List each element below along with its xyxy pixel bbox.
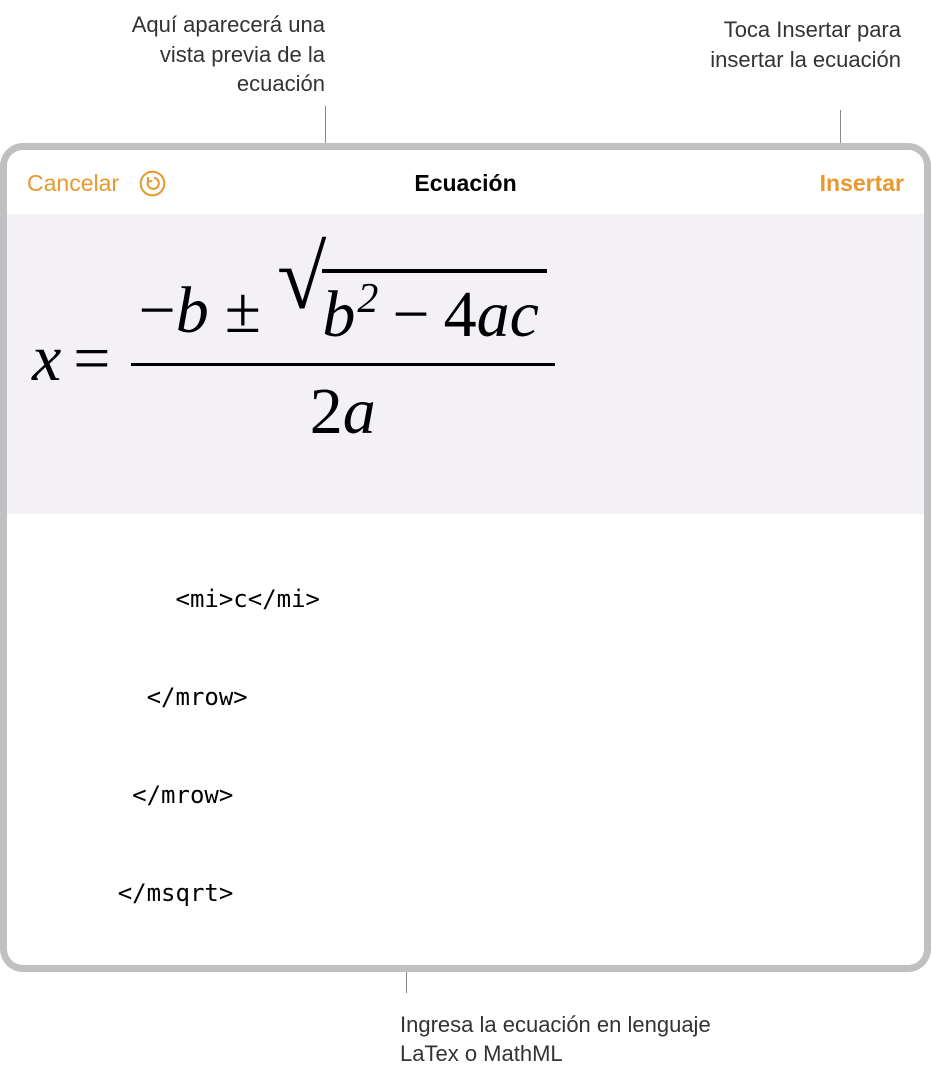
equation-preview: x = −b ± √ b2 − 4ac 2a xyxy=(7,214,924,514)
preview-callout: Aquí aparecerá una vista previa de la ec… xyxy=(100,10,325,99)
insert-callout: Toca Insertar para insertar la ecuación xyxy=(646,15,901,74)
cancel-button[interactable]: Cancelar xyxy=(27,170,119,197)
code-line: </mrow> xyxy=(31,779,900,812)
undo-button[interactable] xyxy=(137,168,167,198)
dialog-header: Cancelar Ecuación Insertar xyxy=(7,150,924,214)
code-line: </msqrt> xyxy=(31,877,900,910)
undo-icon xyxy=(139,170,166,197)
equation-render: x = −b ± √ b2 − 4ac 2a xyxy=(32,269,555,450)
mathml-input[interactable]: <mi>c</mi> </mrow> </mrow> </msqrt> </mr… xyxy=(7,514,924,965)
code-line: <mi>c</mi> xyxy=(31,583,900,616)
insert-button[interactable]: Insertar xyxy=(820,170,904,197)
code-line: </mrow> xyxy=(31,681,900,714)
dialog-title: Ecuación xyxy=(414,170,516,197)
input-callout: Ingresa la ecuación en lenguaje LaTex o … xyxy=(400,1010,720,1069)
header-left: Cancelar xyxy=(27,168,167,198)
equation-dialog: Cancelar Ecuación Insertar x = −b ± √ xyxy=(7,150,924,965)
